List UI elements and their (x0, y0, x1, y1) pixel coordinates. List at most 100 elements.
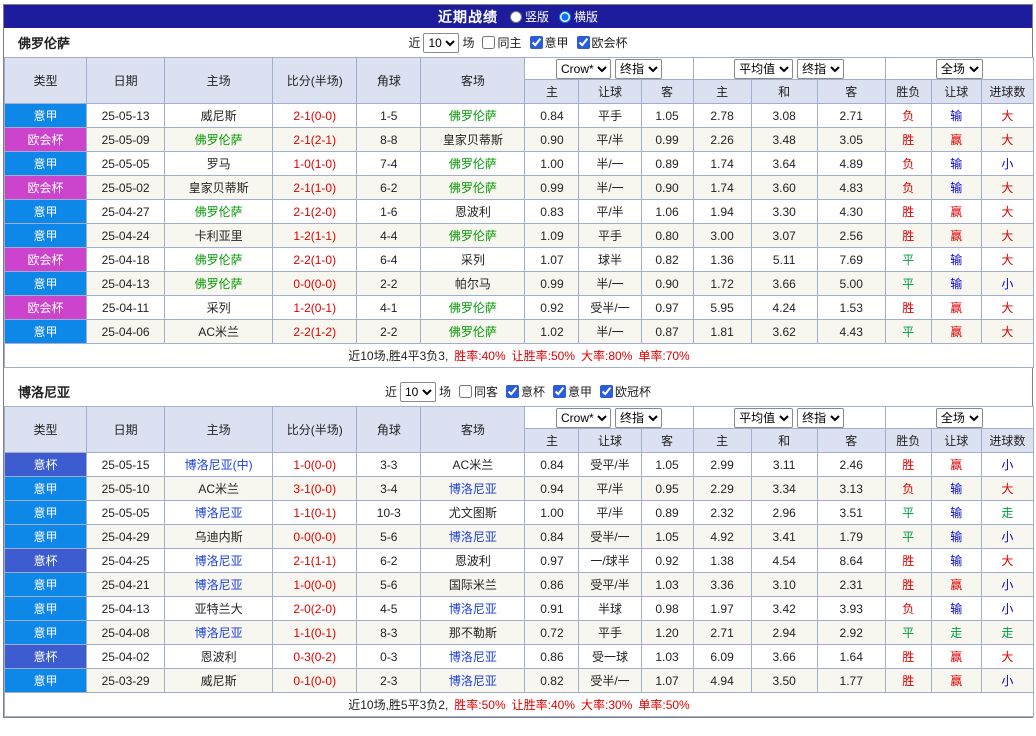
away-team[interactable]: 博洛尼亚 (421, 525, 525, 549)
bookmaker-select[interactable]: Crow* (556, 59, 611, 79)
result-goals: 大 (981, 296, 1033, 320)
filter-checkbox-label: 意甲 (545, 34, 569, 51)
filter-bar: 近10场同客意杯意甲欧冠杯 (385, 382, 651, 402)
header-select-row: 类型日期主场比分(半场)角球客场Crow*终指平均值终指全场 (5, 407, 1034, 429)
match-row: 欧会杯25-04-18佛罗伦萨2-2(1-0)6-4采列1.07球半0.821.… (5, 248, 1034, 272)
layout-radio-0[interactable] (510, 11, 522, 23)
home-team[interactable]: 博洛尼亚 (165, 573, 273, 597)
result-winloss: 平 (885, 621, 931, 645)
filter-checkbox-1-0[interactable]: 同客 (459, 383, 498, 400)
home-team[interactable]: 威尼斯 (165, 669, 273, 693)
col-avg-draw: 和 (751, 429, 817, 453)
period-select[interactable]: 全场 (936, 59, 983, 79)
away-team[interactable]: 佛罗伦萨 (421, 320, 525, 344)
filter-checkbox-input-1-2[interactable] (553, 385, 566, 398)
avg-stage-select[interactable]: 终指 (797, 59, 844, 79)
away-team[interactable]: 博洛尼亚 (421, 669, 525, 693)
away-team[interactable]: 国际米兰 (421, 573, 525, 597)
home-team[interactable]: 乌迪内斯 (165, 525, 273, 549)
home-team[interactable]: 佛罗伦萨 (165, 272, 273, 296)
avg-draw: 3.66 (751, 272, 817, 296)
home-team[interactable]: 恩波利 (165, 645, 273, 669)
away-team[interactable]: 恩波利 (421, 200, 525, 224)
home-team[interactable]: 佛罗伦萨 (165, 128, 273, 152)
filter-checkbox-1-2[interactable]: 意甲 (553, 383, 592, 400)
filter-checkbox-1-1[interactable]: 意杯 (506, 383, 545, 400)
summary-segment: 单率:70% (638, 349, 689, 363)
avg-draw: 4.54 (751, 549, 817, 573)
away-team[interactable]: 采列 (421, 248, 525, 272)
col-avg-home: 主 (693, 429, 751, 453)
filter-checkbox-0-1[interactable]: 意甲 (530, 34, 569, 51)
avg-mode-select[interactable]: 平均值 (734, 408, 793, 428)
filter-checkbox-1-3[interactable]: 欧冠杯 (600, 383, 651, 400)
away-team[interactable]: AC米兰 (421, 453, 525, 477)
away-team[interactable]: 佛罗伦萨 (421, 176, 525, 200)
match-corners: 6-2 (357, 176, 421, 200)
avg-mode-select[interactable]: 平均值 (734, 59, 793, 79)
away-team[interactable]: 那不勒斯 (421, 621, 525, 645)
home-team[interactable]: 采列 (165, 296, 273, 320)
filter-checkbox-label: 同客 (474, 383, 498, 400)
bookmaker-select[interactable]: Crow* (556, 408, 611, 428)
away-team[interactable]: 佛罗伦萨 (421, 152, 525, 176)
avg-stage-select[interactable]: 终指 (797, 408, 844, 428)
match-score: 1-0(0-0) (273, 573, 357, 597)
home-team[interactable]: 皇家贝蒂斯 (165, 176, 273, 200)
recent-count-select[interactable]: 10 (400, 382, 436, 402)
filter-checkbox-input-0-1[interactable] (530, 36, 543, 49)
layout-radio-1[interactable] (559, 11, 571, 23)
away-team[interactable]: 博洛尼亚 (421, 645, 525, 669)
col-home: 主场 (165, 58, 273, 104)
avg-away: 2.46 (817, 453, 885, 477)
home-team[interactable]: 罗马 (165, 152, 273, 176)
col-type: 类型 (5, 58, 87, 104)
home-team[interactable]: 亚特兰大 (165, 597, 273, 621)
home-team[interactable]: 卡利亚里 (165, 224, 273, 248)
layout-option-1[interactable]: 横版 (559, 8, 598, 25)
result-winloss: 负 (885, 176, 931, 200)
away-team[interactable]: 皇家贝蒂斯 (421, 128, 525, 152)
away-team[interactable]: 博洛尼亚 (421, 477, 525, 501)
home-team[interactable]: AC米兰 (165, 320, 273, 344)
matches-table: 类型日期主场比分(半场)角球客场Crow*终指平均值终指全场主让球客主和客胜负让… (4, 57, 1034, 368)
filter-checkbox-input-1-3[interactable] (600, 385, 613, 398)
col-away: 客场 (421, 407, 525, 453)
home-team[interactable]: 佛罗伦萨 (165, 200, 273, 224)
result-handicap: 输 (931, 477, 981, 501)
result-goals: 小 (981, 669, 1033, 693)
away-team[interactable]: 博洛尼亚 (421, 597, 525, 621)
filter-checkbox-label: 欧会杯 (592, 34, 628, 51)
away-team[interactable]: 佛罗伦萨 (421, 224, 525, 248)
away-team[interactable]: 恩波利 (421, 549, 525, 573)
result-goals: 大 (981, 104, 1033, 128)
home-team[interactable]: 博洛尼亚 (165, 621, 273, 645)
away-team[interactable]: 帕尔马 (421, 272, 525, 296)
odds-handicap: 受半/一 (579, 296, 641, 320)
col-odds-home: 主 (525, 80, 579, 104)
odds-home: 1.07 (525, 248, 579, 272)
recent-count-select[interactable]: 10 (423, 33, 459, 53)
odds-handicap: 受一球 (579, 645, 641, 669)
filter-checkbox-input-1-0[interactable] (459, 385, 472, 398)
filter-checkbox-input-0-2[interactable] (577, 36, 590, 49)
filter-checkbox-input-1-1[interactable] (506, 385, 519, 398)
home-team[interactable]: AC米兰 (165, 477, 273, 501)
layout-option-0[interactable]: 竖版 (510, 8, 549, 25)
home-team[interactable]: 博洛尼亚 (165, 501, 273, 525)
odds-away: 0.87 (641, 320, 693, 344)
filter-checkbox-input-0-0[interactable] (482, 36, 495, 49)
filter-checkbox-0-0[interactable]: 同主 (482, 34, 521, 51)
home-team[interactable]: 博洛尼亚 (165, 549, 273, 573)
odds-home: 0.84 (525, 453, 579, 477)
filter-checkbox-0-2[interactable]: 欧会杯 (577, 34, 628, 51)
away-team[interactable]: 佛罗伦萨 (421, 296, 525, 320)
away-team[interactable]: 尤文图斯 (421, 501, 525, 525)
away-team[interactable]: 佛罗伦萨 (421, 104, 525, 128)
home-team[interactable]: 博洛尼亚(中) (165, 453, 273, 477)
home-team[interactable]: 佛罗伦萨 (165, 248, 273, 272)
odds-stage-select[interactable]: 终指 (615, 408, 662, 428)
odds-stage-select[interactable]: 终指 (615, 59, 662, 79)
period-select[interactable]: 全场 (936, 408, 983, 428)
home-team[interactable]: 威尼斯 (165, 104, 273, 128)
